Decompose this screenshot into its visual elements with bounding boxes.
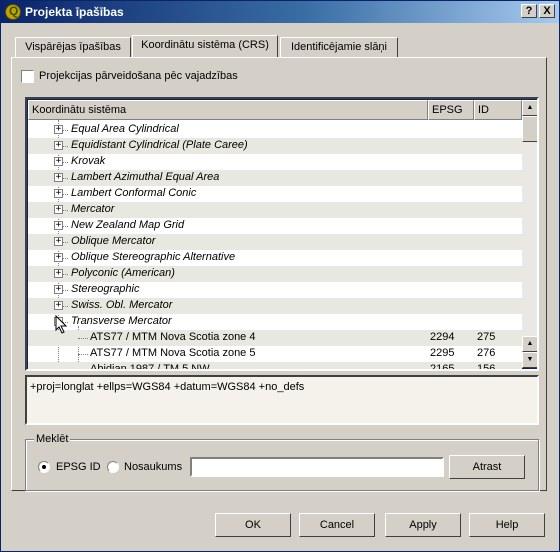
cancel-button[interactable]: Cancel — [299, 513, 375, 537]
crs-item-row[interactable]: Abidjan 1987 / TM 5 NW 2165 156 — [28, 362, 522, 371]
tab-crs[interactable]: Koordinātu sistēma (CRS) — [132, 35, 278, 57]
reproject-label: Projekcijas pārveidošana pēc vajadzības — [39, 70, 238, 82]
expand-icon[interactable]: + — [54, 141, 63, 150]
column-header-epsg[interactable]: EPSG — [428, 100, 474, 120]
crs-category-label: Lambert Conformal Conic — [71, 187, 197, 199]
close-title-button[interactable]: X — [539, 4, 555, 18]
crs-item-row[interactable]: ATS77 / MTM Nova Scotia zone 5 2295 276 — [28, 346, 522, 362]
tree-row[interactable]: + Equidistant Cylindrical (Plate Caree) — [28, 138, 522, 154]
tree-row[interactable]: + Lambert Azimuthal Equal Area — [28, 170, 522, 186]
tab-identifiable-layers[interactable]: Identificējamie slāņi — [280, 37, 398, 57]
crs-item-name: ATS77 / MTM Nova Scotia zone 5 — [90, 347, 256, 359]
search-group-title: Meklēt — [34, 433, 71, 445]
tree-row[interactable]: + Krovak — [28, 154, 522, 170]
reproject-checkbox[interactable] — [21, 70, 34, 83]
tree-row[interactable]: + New Zealand Map Grid — [28, 218, 522, 234]
crs-category-label: Transverse Mercator — [71, 315, 172, 327]
scroll-down-arrow-icon[interactable]: ▼ — [522, 352, 537, 368]
scroll-up-arrow-icon[interactable]: ▲ — [522, 100, 537, 116]
crs-category-label: Polyconic (American) — [71, 267, 175, 279]
expand-icon[interactable]: + — [54, 173, 63, 182]
crs-item-id: 275 — [477, 331, 496, 343]
tree-row[interactable]: −Transverse Mercator — [28, 314, 522, 330]
expand-icon[interactable]: + — [54, 221, 63, 230]
crs-category-label: Swiss. Obl. Mercator — [71, 299, 173, 311]
crs-category-label: Lambert Azimuthal Equal Area — [71, 171, 220, 183]
crs-item-epsg: 2165 — [430, 363, 455, 371]
column-header-crs[interactable]: Koordinātu sistēma — [28, 100, 428, 120]
expand-icon[interactable]: + — [54, 269, 63, 278]
tree-row[interactable]: + Swiss. Obl. Mercator — [28, 298, 522, 314]
proj4-string-box[interactable]: +proj=longlat +ellps=WGS84 +datum=WGS84 … — [25, 375, 539, 425]
tree-row[interactable]: + Oblique Stereographic Alternative — [28, 250, 522, 266]
crs-category-label: Stereographic — [71, 283, 140, 295]
tree-row[interactable]: + Polyconic (American) — [28, 266, 522, 282]
mouse-pointer-icon — [55, 315, 68, 334]
radio-name-label: Nosaukums — [124, 461, 183, 473]
tree-row[interactable]: + Oblique Mercator — [28, 234, 522, 250]
crs-item-epsg: 2294 — [430, 331, 455, 343]
radio-epsg-id[interactable] — [38, 461, 50, 473]
tree-vertical-scrollbar[interactable]: ▲ ▲ ▼ — [522, 100, 537, 368]
crs-category-label: Oblique Mercator — [71, 235, 156, 247]
tree-row[interactable]: + Stereographic — [28, 282, 522, 298]
tab-general[interactable]: Vispārējas īpašības — [15, 37, 131, 57]
expand-icon[interactable]: + — [54, 157, 63, 166]
crs-category-label: Mercator — [71, 203, 115, 215]
tree-row[interactable]: + Equal Area Cylindrical — [28, 122, 522, 138]
crs-item-epsg: 2295 — [430, 347, 455, 359]
window-title: Projekta īpašības — [25, 5, 124, 19]
radio-name[interactable] — [107, 461, 119, 473]
crs-item-id: 276 — [477, 347, 496, 359]
scroll-thumb[interactable] — [522, 116, 537, 142]
ok-button[interactable]: OK — [215, 513, 291, 537]
crs-tree[interactable]: Koordinātu sistēma EPSG ID + Equal Area C… — [25, 97, 539, 371]
qgis-logo-icon — [5, 4, 21, 20]
crs-item-name: ATS77 / MTM Nova Scotia zone 4 — [90, 331, 256, 343]
apply-button[interactable]: Apply — [385, 513, 461, 537]
crs-item-row[interactable]: ATS77 / MTM Nova Scotia zone 4 2294 275 — [28, 330, 522, 346]
tree-row[interactable]: + Mercator — [28, 202, 522, 218]
search-group: Meklēt EPSG ID Nosaukums Atrast — [25, 433, 539, 491]
column-header-id[interactable]: ID — [474, 100, 522, 120]
expand-icon[interactable]: + — [54, 237, 63, 246]
project-properties-window: Projekta īpašības ? X Vispārējas īpašība… — [0, 0, 560, 552]
expand-icon[interactable]: + — [54, 205, 63, 214]
crs-item-name: Abidjan 1987 / TM 5 NW — [90, 363, 210, 371]
proj4-string: +proj=longlat +ellps=WGS84 +datum=WGS84 … — [30, 381, 305, 393]
tree-row[interactable]: + Lambert Conformal Conic — [28, 186, 522, 202]
expand-icon[interactable]: + — [54, 285, 63, 294]
crs-category-label: Equal Area Cylindrical — [71, 123, 179, 135]
search-input[interactable] — [190, 457, 444, 477]
find-button[interactable]: Atrast — [449, 455, 525, 479]
expand-icon[interactable]: + — [54, 189, 63, 198]
expand-icon[interactable]: + — [54, 125, 63, 134]
help-title-button[interactable]: ? — [521, 4, 537, 18]
expand-icon[interactable]: + — [54, 253, 63, 262]
crs-category-label: New Zealand Map Grid — [71, 219, 185, 231]
crs-category-label: Krovak — [71, 155, 106, 167]
radio-epsg-id-label: EPSG ID — [56, 461, 101, 473]
expand-icon[interactable]: + — [54, 301, 63, 310]
crs-category-label: Oblique Stereographic Alternative — [71, 251, 236, 263]
title-bar[interactable]: Projekta īpašības ? X — [1, 1, 559, 23]
crs-category-label: Equidistant Cylindrical (Plate Caree) — [71, 139, 248, 151]
scroll-up-arrow-icon[interactable]: ▲ — [522, 336, 537, 352]
help-button[interactable]: Help — [469, 513, 545, 537]
crs-item-id: 156 — [477, 363, 496, 371]
